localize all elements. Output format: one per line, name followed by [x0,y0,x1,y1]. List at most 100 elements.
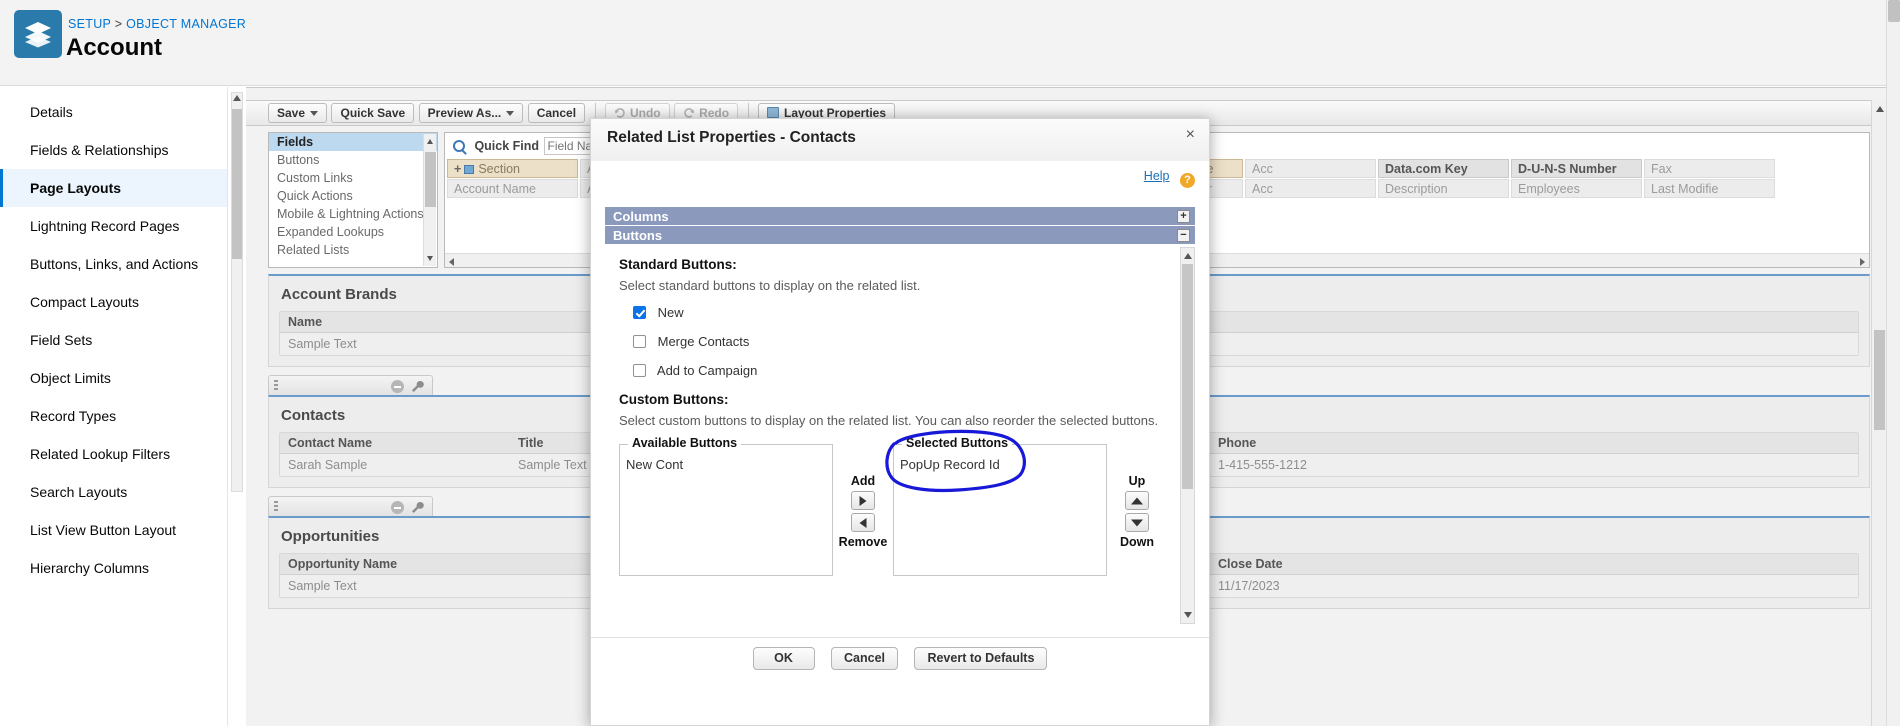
revert-to-defaults-button[interactable]: Revert to Defaults [914,647,1048,670]
field-cell[interactable]: Acc [1245,159,1376,178]
list-item[interactable]: New Cont [620,455,832,474]
checkbox-add-to-campaign[interactable] [633,364,646,377]
section-handle-opportunities[interactable] [268,496,433,516]
element-palette[interactable]: Fields Buttons Custom Links Quick Action… [268,132,438,268]
chevron-down-icon[interactable] [506,111,515,117]
chevron-right-icon[interactable] [1860,258,1865,266]
sidebar-item-details[interactable]: Details [0,93,227,131]
field-cell-description[interactable]: Description [1378,179,1509,198]
palette-item-quick-actions[interactable]: Quick Actions [269,187,437,205]
pane-scrollbar[interactable] [1180,247,1195,624]
accordion-section-columns[interactable]: Columns + [605,207,1195,226]
add-remove-controls: Add Remove [837,474,889,549]
sidebar-item-page-layouts[interactable]: Page Layouts [0,169,227,207]
accordion-section-buttons[interactable]: Buttons − [605,226,1195,245]
table-cell: 1-415-555-1212 [1210,454,1858,476]
field-cell-last-modified[interactable]: Last Modifie [1644,179,1775,198]
chevron-up-icon[interactable] [1184,253,1192,259]
wrench-icon[interactable] [411,380,424,393]
field-cell-section[interactable]: + Section [447,159,578,178]
list-item[interactable]: PopUp Record Id [894,455,1106,474]
sidebar-item-hierarchy-columns[interactable]: Hierarchy Columns [0,549,227,587]
sidebar-item-list-view-button-layout[interactable]: List View Button Layout [0,511,227,549]
question-mark-icon[interactable]: ? [1180,173,1195,188]
breadcrumb-object-manager[interactable]: OBJECT MANAGER [126,17,246,31]
sidebar-item-label: Field Sets [30,332,93,348]
remove-button[interactable] [851,513,875,532]
remove-icon[interactable] [391,501,404,514]
palette-item-related-lists[interactable]: Related Lists [269,241,437,259]
checkbox-row-merge-contacts[interactable]: Merge Contacts [633,334,1195,349]
sidebar-item-lightning-record-pages[interactable]: Lightning Record Pages [0,207,227,245]
section-icon [464,165,475,174]
related-list-properties-dialog: Related List Properties - Contacts × Hel… [590,118,1210,726]
wrench-icon[interactable] [411,501,424,514]
palette-item-custom-links[interactable]: Custom Links [269,169,437,187]
table-cell: Sarah Sample [280,454,510,476]
available-buttons-listbox[interactable]: Available Buttons New Cont [619,436,833,576]
scroll-thumb[interactable] [1182,264,1193,489]
chevron-up-icon[interactable] [1876,106,1884,112]
field-cell-fax[interactable]: Fax [1644,159,1775,178]
field-cell[interactable]: Acc [1245,179,1376,198]
sidebar-item-record-types[interactable]: Record Types [0,397,227,435]
drag-handle-icon[interactable] [274,380,278,392]
sidebar-item-fields-relationships[interactable]: Fields & Relationships [0,131,227,169]
add-button[interactable] [851,491,875,510]
editor-vertical-scrollbar[interactable] [1871,100,1886,726]
field-cell-duns-number[interactable]: D-U-N-S Number [1511,159,1642,178]
preview-as-label: Preview As... [427,106,502,120]
ok-button[interactable]: OK [752,647,815,670]
quick-save-button[interactable]: Quick Save [331,103,415,123]
chevron-up-icon[interactable] [427,139,433,144]
field-cell-account-name[interactable]: Account Name [447,179,578,198]
remove-icon[interactable] [391,380,404,393]
scroll-thumb[interactable] [232,109,242,259]
palette-item-expanded-lookups[interactable]: Expanded Lookups [269,223,437,241]
sidebar-item-field-sets[interactable]: Field Sets [0,321,227,359]
chevron-up-icon[interactable] [233,95,241,101]
sidebar-item-related-lookup-filters[interactable]: Related Lookup Filters [0,435,227,473]
scroll-thumb[interactable] [1874,330,1885,430]
expand-icon[interactable]: + [1177,210,1190,223]
collapse-icon[interactable]: − [1177,229,1190,242]
scroll-thumb[interactable] [425,152,436,207]
checkbox-new[interactable] [633,306,646,319]
help-link[interactable]: Help [1144,169,1170,183]
palette-item-fields[interactable]: Fields [269,133,437,151]
section-handle-contacts[interactable] [268,375,433,395]
sidebar-item-compact-layouts[interactable]: Compact Layouts [0,283,227,321]
field-cell-datacom-key[interactable]: Data.com Key [1378,159,1509,178]
close-icon[interactable]: × [1186,127,1195,143]
save-button[interactable]: Save [268,103,328,123]
checkbox-row-add-to-campaign[interactable]: Add to Campaign [633,363,1195,378]
chevron-down-icon[interactable] [427,256,433,261]
chevron-left-icon[interactable] [449,258,454,266]
arrow-left-icon [859,517,867,528]
drag-handle-icon[interactable] [274,501,278,513]
checkbox-row-new[interactable]: New [633,305,1195,320]
preview-as-button[interactable]: Preview As... [418,103,524,123]
dialog-cancel-button[interactable]: Cancel [831,647,898,670]
accordion-label: Buttons [613,228,663,243]
breadcrumb-setup[interactable]: SETUP [68,17,111,31]
chevron-down-icon[interactable] [1184,612,1192,618]
editor-outer-scrollbar[interactable] [229,87,245,726]
move-down-button[interactable] [1125,513,1149,532]
checkbox-merge-contacts[interactable] [633,335,646,348]
palette-item-mobile-lightning-actions[interactable]: Mobile & Lightning Actions [269,205,437,223]
buttons-pane: Standard Buttons: Select standard button… [605,247,1195,624]
palette-scrollbar[interactable] [423,134,436,266]
field-cell-employees[interactable]: Employees [1511,179,1642,198]
standard-buttons-description: Select standard buttons to display on th… [619,278,921,293]
sidebar-item-search-layouts[interactable]: Search Layouts [0,473,227,511]
scroll-thumb[interactable] [1888,0,1900,22]
sidebar-item-object-limits[interactable]: Object Limits [0,359,227,397]
selected-buttons-listbox[interactable]: Selected Buttons PopUp Record Id [893,436,1107,576]
move-up-button[interactable] [1125,491,1149,510]
browser-scrollbar[interactable] [1886,0,1900,726]
chevron-down-icon[interactable] [310,111,319,117]
cancel-button[interactable]: Cancel [527,103,586,123]
palette-item-buttons[interactable]: Buttons [269,151,437,169]
sidebar-item-buttons-links-actions[interactable]: Buttons, Links, and Actions [0,245,227,283]
